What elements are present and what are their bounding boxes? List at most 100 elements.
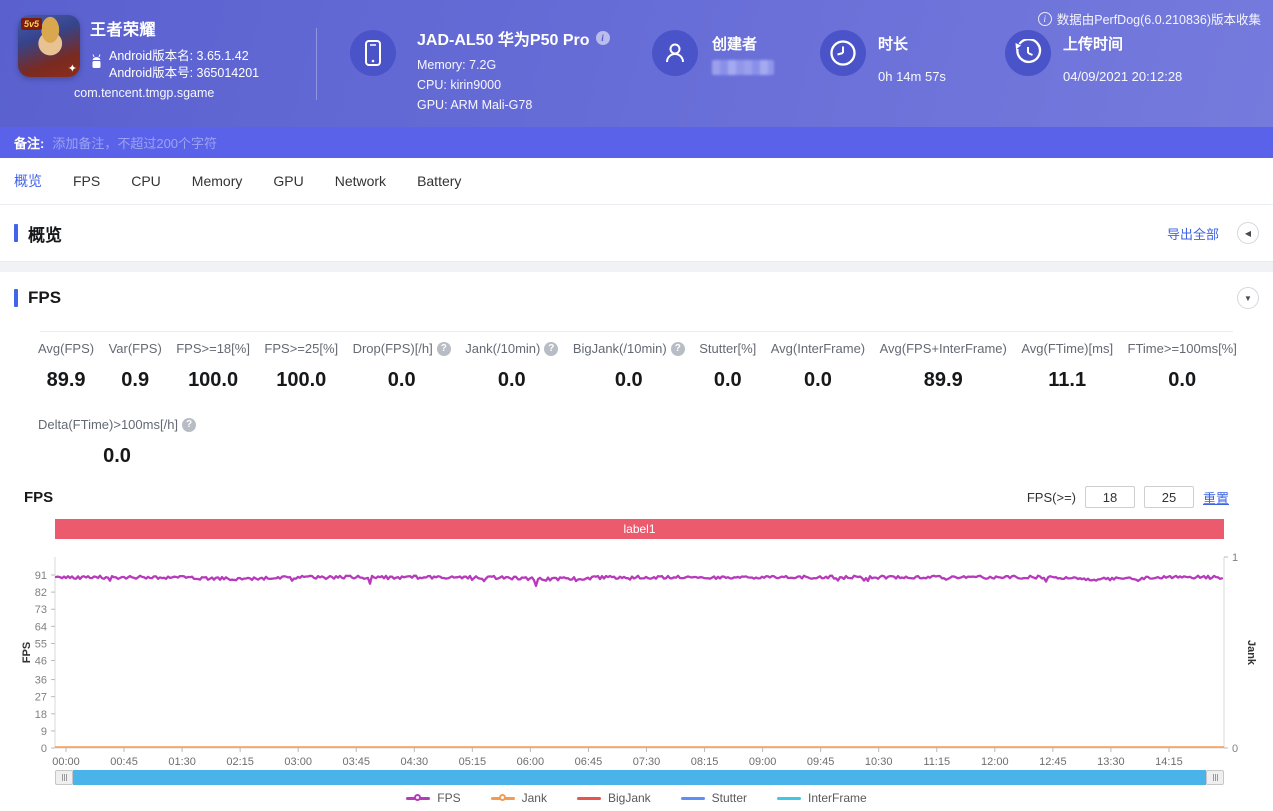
tab-memory[interactable]: Memory — [192, 173, 243, 189]
svg-text:Jank: Jank — [1245, 640, 1257, 666]
stat-value: 89.9 — [923, 369, 963, 391]
stat-stutter: Stutter[%] 0.0 — [699, 341, 756, 392]
stat-label: Drop(FPS)[/h] — [352, 341, 433, 356]
stat-value: 89.9 — [46, 369, 86, 391]
svg-text:64: 64 — [35, 621, 47, 633]
help-icon[interactable]: ? — [182, 417, 197, 432]
fps-threshold-input-2[interactable] — [1143, 486, 1194, 508]
device-info-icon[interactable]: i — [595, 31, 610, 45]
creator-name-redacted — [712, 60, 774, 75]
fps-divider — [40, 331, 1233, 332]
collect-info: i 数据由PerfDog(6.0.210836)版本收集 — [1037, 9, 1261, 28]
app-icon: 5v5 ✦ — [18, 15, 80, 77]
scrollbar-track-fill[interactable] — [73, 770, 1206, 785]
fps-stats-row2: Delta(FTime)>100ms[/h] ? 0.0 — [38, 417, 197, 468]
tab-gpu[interactable]: GPU — [273, 173, 303, 189]
legend-item-fps[interactable]: FPS — [406, 791, 461, 805]
device-name: JAD-AL50 华为P50 Pro i — [417, 26, 610, 50]
svg-text:13:30: 13:30 — [1097, 756, 1125, 768]
tab-cpu[interactable]: CPU — [131, 173, 161, 189]
scrollbar-left-handle[interactable] — [55, 770, 73, 785]
legend-label: InterFrame — [808, 791, 867, 805]
device-gpu: GPU: ARM Mali-G78 — [417, 98, 533, 112]
legend-label: BigJank — [607, 791, 651, 805]
perfdog-report-page: i 数据由PerfDog(6.0.210836)版本收集 5v5 ✦ 王者荣耀 — [0, 0, 1273, 811]
svg-text:03:00: 03:00 — [284, 756, 312, 768]
svg-text:07:30: 07:30 — [633, 756, 661, 768]
info-icon: i — [1037, 11, 1052, 26]
stat-value: 100.0 — [188, 369, 239, 391]
stat-label: Delta(FTime)>100ms[/h] — [38, 417, 179, 432]
stat-ftime-100ms: FTime>=100ms[%] 0.0 — [1128, 341, 1237, 392]
chart-legend: FPS Jank BigJank Stutter InterFrame — [0, 791, 1273, 805]
triangle-down-icon: ▼ — [1244, 293, 1252, 303]
creator-icon — [652, 30, 698, 76]
stat-value: 0.0 — [804, 369, 832, 391]
legend-item-stutter[interactable]: Stutter — [680, 791, 747, 805]
svg-text:06:45: 06:45 — [575, 756, 603, 768]
svg-text:00:45: 00:45 — [110, 756, 138, 768]
stat-label: Avg(InterFrame) — [770, 341, 866, 356]
stat-value: 11.1 — [1048, 369, 1087, 391]
stat-avg-fps: Avg(FPS) 89.9 — [38, 341, 94, 392]
svg-text:36: 36 — [35, 675, 47, 687]
svg-text:46: 46 — [35, 656, 47, 668]
overview-title: 概览 — [14, 221, 62, 246]
fps-collapse-button[interactable]: ▼ — [1237, 287, 1259, 309]
stat-label: Var(FPS) — [108, 341, 162, 356]
stat-value: 0.0 — [103, 445, 131, 467]
stat-value: 0.9 — [121, 369, 150, 391]
duration-value: 0h 14m 57s — [878, 69, 946, 84]
tab-fps[interactable]: FPS — [73, 173, 100, 189]
legend-label: Jank — [521, 791, 547, 805]
stat-label: Avg(FTime)[ms] — [1021, 341, 1114, 356]
svg-text:06:00: 06:00 — [517, 756, 545, 768]
fps-threshold-controls: FPS(>=) 重置 — [1027, 486, 1229, 508]
chart-range-scrollbar — [55, 770, 1224, 785]
help-icon[interactable]: ? — [670, 341, 685, 356]
reset-link[interactable]: 重置 — [1203, 488, 1229, 507]
svg-text:02:15: 02:15 — [226, 756, 254, 768]
fps-line-chart[interactable]: 91 82 73 64 55 46 36 27 18 9 0 FPS 1 0 Jank 00:00 00:45 0… — [0, 545, 1273, 771]
legend-item-jank[interactable]: Jank — [490, 791, 547, 805]
svg-text:82: 82 — [35, 587, 47, 599]
legend-item-interframe[interactable]: InterFrame — [777, 791, 867, 805]
fps-threshold-label: FPS(>=) — [1026, 489, 1076, 505]
stat-value: 100.0 — [276, 369, 327, 391]
overview-collapse-button[interactable]: ◀ — [1237, 222, 1259, 244]
tab-概览[interactable]: 概览 — [14, 171, 42, 191]
svg-text:10:30: 10:30 — [865, 756, 893, 768]
stat-value: 0.0 — [387, 369, 416, 391]
stat-avg-interframe: Avg(InterFrame) 0.0 — [771, 341, 865, 392]
device-memory: Memory: 7.2G — [417, 58, 497, 72]
stat-label: Jank(/10min) — [465, 341, 541, 356]
creator-label: 创建者 — [712, 36, 758, 53]
scrollbar-right-handle[interactable] — [1206, 770, 1224, 785]
legend-item-bigjank[interactable]: BigJank — [576, 791, 651, 805]
overview-section-header: 概览 导出全部 ◀ — [0, 205, 1273, 262]
fps-chart-title: FPS — [24, 489, 54, 506]
upload-label: 上传时间 — [1063, 36, 1124, 53]
android-versions: Android版本名: 3.65.1.42 Android版本号: 365014… — [109, 48, 259, 82]
svg-text:18: 18 — [35, 709, 47, 721]
stat-label: BigJank(/10min) — [572, 341, 667, 356]
app-info: 王者荣耀 Android版本名: 3.65.1.42 Android版本号: 3… — [90, 16, 259, 82]
fps-threshold-input-1[interactable] — [1084, 486, 1135, 508]
duration-clock-icon — [820, 30, 866, 76]
stat-value: 0.0 — [614, 369, 643, 391]
svg-text:11:15: 11:15 — [923, 756, 950, 768]
stat-label: FPS>=18[%] — [176, 341, 250, 356]
stat-label: FPS>=25[%] — [264, 341, 339, 356]
android-version-block: Android版本名: 3.65.1.42 Android版本号: 365014… — [90, 48, 259, 82]
remark-input[interactable]: 备注: 添加备注，不超过200个字符 — [0, 127, 1273, 158]
stat-value: 0.0 — [713, 369, 742, 391]
tab-battery[interactable]: Battery — [417, 173, 461, 189]
android-version-name: Android版本名: 3.65.1.42 — [109, 49, 249, 63]
svg-text:01:30: 01:30 — [168, 756, 196, 768]
help-icon[interactable]: ? — [436, 341, 451, 356]
tab-network[interactable]: Network — [335, 173, 386, 189]
section-separator — [0, 262, 1273, 272]
svg-text:04:30: 04:30 — [401, 756, 429, 768]
help-icon[interactable]: ? — [544, 341, 559, 356]
export-all-link[interactable]: 导出全部 — [1167, 224, 1219, 243]
